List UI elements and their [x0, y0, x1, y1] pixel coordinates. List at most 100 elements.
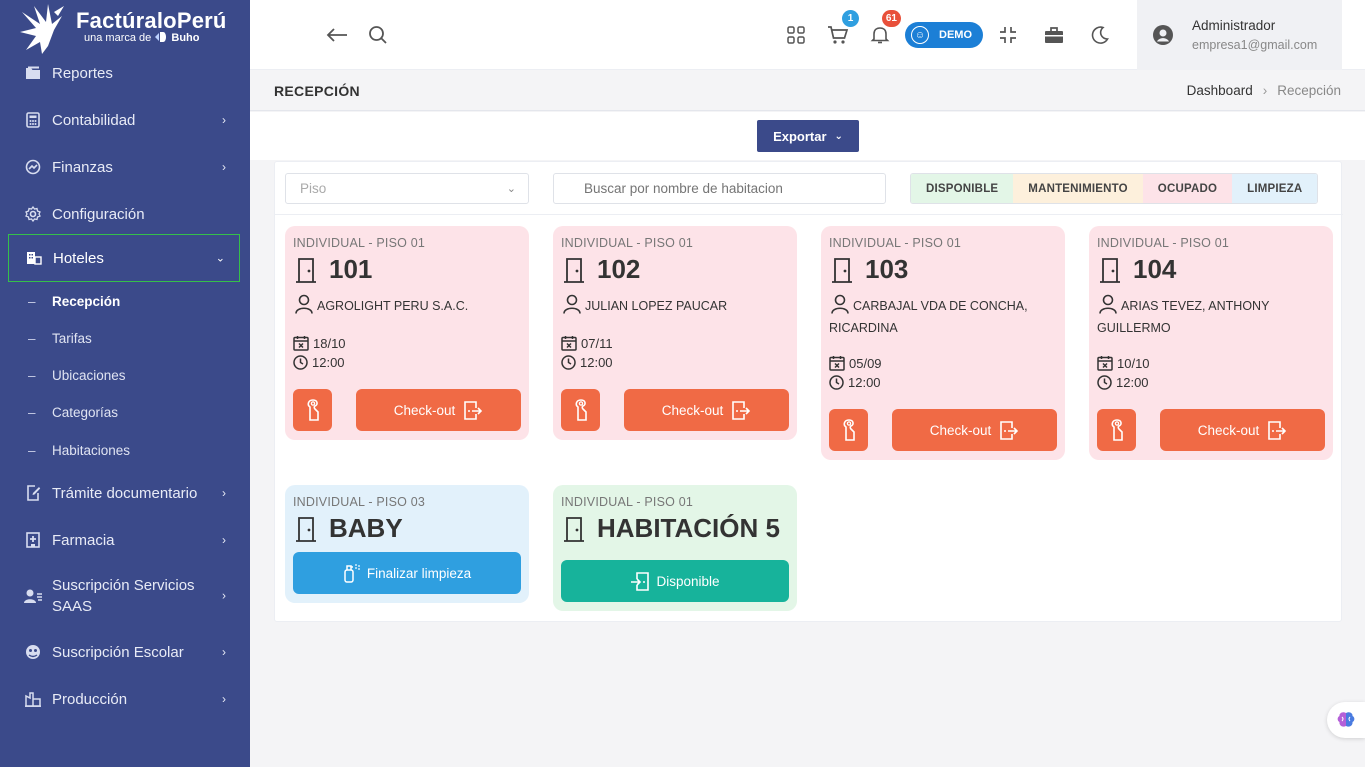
checkout-date: 18/10 — [293, 335, 346, 351]
room-number: 103 — [831, 254, 908, 285]
user-name: Administrador — [1192, 18, 1276, 33]
door-icon — [296, 516, 316, 542]
checkout-time-text: 12:00 — [1116, 375, 1149, 390]
room-number: 102 — [563, 254, 640, 285]
notification-badge: 61 — [881, 10, 901, 27]
user-avatar-icon — [1153, 25, 1173, 50]
room-key-button[interactable] — [1097, 409, 1136, 451]
apps-grid-icon[interactable] — [783, 22, 809, 48]
room-type: INDIVIDUAL - PISO 01 — [561, 236, 694, 250]
chevron-down-icon: ⌄ — [506, 183, 516, 195]
checkout-label: Check-out — [929, 422, 992, 438]
checkout-button[interactable]: Check-out — [1160, 409, 1325, 451]
sidebar-item-contabilidad[interactable]: Contabilidad › — [8, 96, 240, 144]
briefcase-icon[interactable] — [1041, 22, 1067, 48]
legend-ocupado[interactable]: OCUPADO — [1142, 174, 1233, 203]
breadcrumb-dashboard[interactable]: Dashboard — [1187, 83, 1253, 98]
hotel-icon — [25, 249, 43, 267]
chevron-right-icon: › — [222, 588, 226, 603]
rooms-panel: Piso ⌄ DISPONIBLE MANTENIMIENTO OCUPADO … — [274, 161, 1343, 622]
chevron-down-icon: ⌄ — [215, 252, 225, 265]
sidebar-item-hoteles[interactable]: Hoteles ⌄ — [8, 234, 240, 282]
sidebar-subitem-tarifas[interactable]: Tarifas — [28, 331, 92, 346]
checkout-button[interactable]: Check-out — [892, 409, 1057, 451]
calendar-x-icon — [1097, 356, 1113, 371]
search-icon[interactable] — [365, 22, 391, 48]
legend-disponible[interactable]: DISPONIBLE — [911, 174, 1014, 203]
sidebar-item-farmacia[interactable]: Farmacia › — [8, 516, 240, 564]
door-hanger-icon — [1111, 419, 1123, 441]
room-search-input[interactable] — [553, 173, 886, 204]
checkout-time-text: 12:00 — [580, 355, 613, 370]
room-card: INDIVIDUAL - PISO 03 BABY Finalizar limp… — [285, 485, 529, 603]
exit-door-icon — [464, 401, 483, 420]
checkout-button[interactable]: Check-out — [624, 389, 789, 431]
finish-cleaning-label: Finalizar limpieza — [366, 565, 472, 581]
checkout-label: Check-out — [661, 402, 724, 418]
room-card: INDIVIDUAL - PISO 01 HABITACIÓN 5 Dispon… — [553, 485, 797, 611]
checkout-button[interactable]: Check-out — [356, 389, 521, 431]
checkout-date: 10/10 — [1097, 355, 1150, 371]
room-type: INDIVIDUAL - PISO 03 — [293, 495, 426, 509]
sidebar-item-configuracion[interactable]: Configuración — [8, 190, 240, 238]
available-button[interactable]: Disponible — [561, 560, 789, 602]
room-number: HABITACIÓN 5 — [563, 513, 780, 544]
tagline-prefix: una marca de — [84, 32, 152, 44]
room-key-button[interactable] — [293, 389, 332, 431]
notification-bell-icon[interactable]: 61 — [867, 10, 901, 48]
sidebar-item-label: Reportes — [52, 64, 113, 82]
checkout-date: 05/09 — [829, 355, 882, 371]
chevron-right-icon: › — [222, 692, 226, 706]
sidebar-subitem-ubicaciones[interactable]: Ubicaciones — [28, 368, 126, 383]
brand-logo[interactable]: FactúraloPerú una marca de Buho — [18, 2, 238, 56]
demo-badge[interactable]: ☺ DEMO — [905, 22, 983, 48]
cart-icon[interactable]: 1 — [825, 10, 859, 48]
sidebar-item-escolar[interactable]: Suscripción Escolar › — [8, 628, 240, 676]
checkout-time: 12:00 — [293, 355, 345, 370]
legend-mantenimiento[interactable]: MANTENIMIENTO — [1013, 174, 1143, 203]
sidebar-subitem-categorias[interactable]: Categorías — [28, 405, 118, 420]
breadcrumb: Dashboard › Recepción — [1187, 83, 1341, 98]
user-menu[interactable]: Administrador empresa1@gmail.com — [1137, 0, 1342, 70]
checkout-time: 12:00 — [829, 375, 881, 390]
room-key-button[interactable] — [561, 389, 600, 431]
sidebar-item-reportes[interactable]: Reportes — [8, 49, 240, 97]
checkout-date: 07/11 — [561, 335, 613, 351]
checkout-date-text: 07/11 — [581, 335, 613, 351]
back-arrow-icon[interactable] — [324, 22, 350, 48]
compress-icon[interactable] — [995, 22, 1021, 48]
room-number-text: 104 — [1133, 254, 1177, 284]
door-icon — [296, 257, 316, 283]
tagline-brand: Buho — [171, 32, 200, 44]
checkout-time: 12:00 — [1097, 375, 1149, 390]
sidebar: FactúraloPerú una marca de Buho Reportes… — [0, 0, 250, 767]
sidebar-item-saas[interactable]: Suscripción Servicios SAAS › — [8, 572, 240, 620]
sidebar-subitem-habitaciones[interactable]: Habitaciones — [28, 443, 130, 458]
exit-door-icon — [1268, 421, 1287, 440]
pharmacy-icon — [24, 531, 42, 549]
sidebar-item-tramite[interactable]: Trámite documentario › — [8, 469, 240, 517]
sidebar-subitem-recepcion[interactable]: Recepción — [28, 294, 120, 309]
guest-name-text: JULIAN LOPEZ PAUCAR — [585, 299, 728, 313]
chevron-right-icon: › — [222, 160, 226, 174]
export-button[interactable]: Exportar ⌄ — [757, 120, 859, 152]
assistant-button[interactable] — [1327, 702, 1365, 738]
available-label: Disponible — [656, 573, 720, 589]
finish-cleaning-button[interactable]: Finalizar limpieza — [293, 552, 521, 594]
door-icon — [564, 257, 584, 283]
top-bar: 1 61 ☺ DEMO Administrador empresa1@gmail… — [250, 0, 1365, 70]
sidebar-item-label: Farmacia — [52, 531, 115, 549]
status-legend: DISPONIBLE MANTENIMIENTO OCUPADO LIMPIEZ… — [910, 173, 1319, 204]
room-key-button[interactable] — [829, 409, 868, 451]
door-icon — [564, 516, 584, 542]
floor-select[interactable]: Piso ⌄ — [285, 173, 529, 204]
sidebar-item-produccion[interactable]: Producción › — [8, 675, 240, 723]
exit-door-icon — [732, 401, 751, 420]
gear-icon — [24, 205, 42, 223]
room-card: INDIVIDUAL - PISO 01 102 JULIAN LOPEZ PA… — [553, 226, 797, 440]
legend-limpieza[interactable]: LIMPIEZA — [1232, 174, 1318, 203]
sidebar-item-finanzas[interactable]: Finanzas › — [8, 143, 240, 191]
moon-icon[interactable] — [1087, 22, 1113, 48]
checkout-time: 12:00 — [561, 355, 613, 370]
sidebar-subitem-label: Ubicaciones — [52, 368, 126, 383]
